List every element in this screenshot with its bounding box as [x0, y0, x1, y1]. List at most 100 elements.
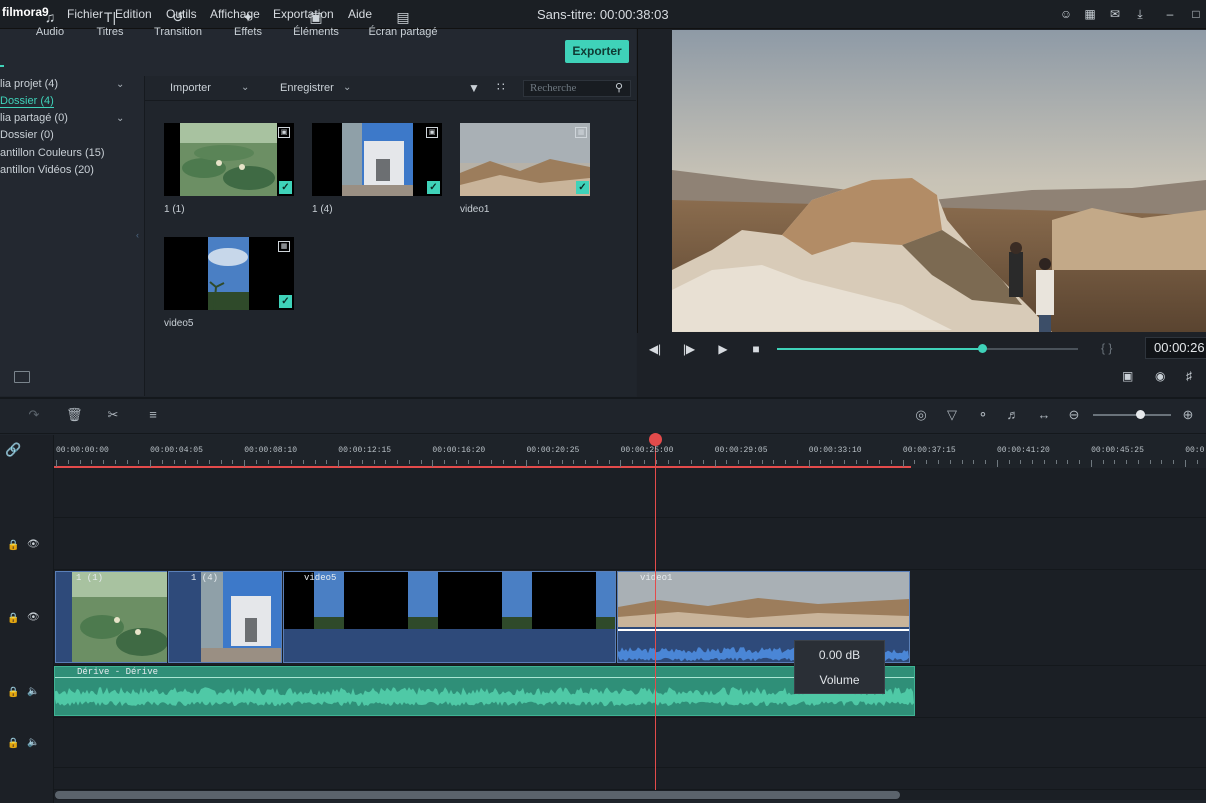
link-icon[interactable]: 🔗	[5, 442, 21, 458]
ruler-label: 00:00:29:05	[714, 446, 768, 455]
ruler-tick	[714, 460, 716, 467]
ruler-tick	[432, 460, 434, 467]
import-button[interactable]: Importer	[170, 82, 211, 94]
minimize-icon[interactable]: –	[1163, 7, 1177, 21]
ruler-tick	[749, 460, 751, 464]
ruler-tick	[773, 460, 775, 464]
sidebar-item-dossier-0[interactable]: Dossier (0)	[0, 129, 54, 141]
clip-label: Dérive - Dérive	[77, 667, 159, 677]
stop-icon[interactable]: ■	[749, 342, 763, 356]
clip-label: 1 (4)	[191, 573, 219, 583]
ruler-label: 00:00:16:20	[432, 446, 486, 455]
ruler-tick	[679, 460, 681, 464]
playhead-line[interactable]	[655, 440, 656, 790]
cut-icon[interactable]: ✂	[105, 407, 121, 423]
ruler-label: 00:00:41:20	[997, 446, 1050, 455]
new-folder-icon[interactable]	[14, 371, 30, 383]
zoom-out-icon[interactable]: ⊖	[1066, 407, 1082, 423]
collapse-sidebar-icon[interactable]: ‹	[136, 230, 139, 240]
chevron-down-icon[interactable]: ⌄	[241, 82, 249, 93]
document-name: Sans-titre:	[537, 7, 597, 22]
marker-icon[interactable]: ▽	[944, 407, 960, 423]
maximize-icon[interactable]: □	[1189, 7, 1203, 21]
chevron-down-icon[interactable]: ⌄	[116, 79, 124, 90]
timeline-clip-1-4[interactable]: 1 (4)	[168, 571, 282, 663]
delete-icon[interactable]: 🗑	[66, 407, 83, 423]
zoom-slider-knob[interactable]	[1136, 410, 1145, 419]
track-lock-icon[interactable]: 🔒	[7, 539, 19, 551]
track-lock-icon[interactable]: 🔒	[7, 686, 19, 698]
timeline-clip-1-1[interactable]: 1 (1)	[55, 571, 167, 663]
ruler-tick	[1184, 460, 1186, 467]
ruler-tick	[561, 460, 563, 464]
ruler-label: 00:00:25:00	[620, 446, 674, 455]
timeline-clip-video5[interactable]: video5	[283, 571, 616, 663]
play-icon[interactable]: ▶	[716, 342, 730, 356]
track-visibility-icon[interactable]: 👁	[27, 611, 40, 623]
render-icon[interactable]: ◎	[913, 407, 929, 423]
next-frame-icon[interactable]: |▶	[682, 342, 696, 356]
download-icon[interactable]: ⤓	[1133, 7, 1147, 21]
media-thumbnail-video5[interactable]	[164, 237, 294, 310]
ruler-tick	[914, 460, 916, 464]
timeline-scrollbar-thumb[interactable]	[55, 791, 900, 799]
tab-transition[interactable]: ↺ Transition	[150, 8, 206, 38]
sidebar-item-couleurs[interactable]: antillon Couleurs (15)	[0, 147, 105, 159]
user-icon[interactable]: ☺	[1059, 7, 1073, 21]
ruler-label: 00:00:37:15	[902, 446, 956, 455]
chevron-down-icon[interactable]: ⌄	[343, 82, 351, 93]
export-button[interactable]: Exporter	[565, 40, 629, 63]
ruler-label: 00:00:12:15	[338, 446, 392, 455]
tab-effets[interactable]: ✦ Effets	[228, 8, 268, 38]
grid-view-icon[interactable]: ∷	[497, 80, 505, 94]
sidebar-item-videos[interactable]: antillon Vidéos (20)	[0, 164, 94, 176]
tab-elements[interactable]: ▣ Éléments	[288, 8, 344, 38]
sidebar-item-media-projet[interactable]: lia projet (4)	[0, 78, 58, 90]
mail-icon[interactable]: ✉	[1108, 7, 1122, 21]
ruler-tick	[843, 460, 845, 464]
audio-mixer-icon[interactable]: ♬	[1005, 407, 1021, 423]
filter-icon[interactable]: ▼	[468, 81, 480, 95]
media-thumbnail-video1[interactable]	[460, 123, 590, 196]
redo-icon[interactable]: ↷	[26, 407, 42, 423]
save-icon[interactable]: ▦	[1083, 7, 1097, 21]
tab-audio[interactable]: ♫ Audio	[30, 8, 70, 38]
media-thumbnail-1-4[interactable]	[312, 123, 442, 196]
ruler-tick	[373, 460, 375, 464]
used-check-icon: ✓	[576, 181, 589, 194]
volume-icon[interactable]: ♯	[1186, 369, 1192, 383]
track-audio-icon[interactable]: 🔈	[27, 736, 39, 748]
track-audio-icon[interactable]: 🔈	[27, 685, 39, 697]
sidebar-item-dossier-4[interactable]: Dossier (4)	[0, 95, 54, 108]
ruler-tick	[67, 460, 69, 464]
track-lock-icon[interactable]: 🔒	[7, 737, 19, 749]
ruler-tick	[479, 460, 481, 464]
tab-ecran-partage[interactable]: ▤ Écran partagé	[364, 8, 442, 38]
ruler-tick	[985, 460, 987, 464]
previous-frame-icon[interactable]: ◀|	[648, 342, 662, 356]
video-type-icon: ▦	[278, 241, 290, 252]
record-button[interactable]: Enregistrer	[280, 82, 334, 94]
ruler-tick	[949, 460, 951, 464]
snapshot-icon[interactable]: ◉	[1155, 369, 1165, 383]
track-lock-icon[interactable]: 🔒	[7, 612, 19, 624]
fit-timeline-icon[interactable]: ↔	[1036, 407, 1052, 423]
zoom-in-icon[interactable]: ⊕	[1180, 407, 1196, 423]
sidebar-item-media-partage[interactable]: lia partagé (0)	[0, 112, 68, 124]
tab-titres[interactable]: T| Titres	[90, 8, 130, 38]
timeline-audio-clip[interactable]: Dérive - Dérive	[54, 666, 915, 716]
microphone-icon[interactable]: ⚬	[975, 407, 991, 423]
media-thumbnail-1-1[interactable]	[164, 123, 294, 196]
track-visibility-icon[interactable]: 👁	[27, 538, 40, 550]
adjust-icon[interactable]: ≡	[145, 407, 161, 423]
ruler-tick	[244, 460, 246, 467]
tab-ecran-partage-label: Écran partagé	[368, 26, 438, 38]
zoom-slider-track[interactable]	[1093, 414, 1171, 416]
media-label-video1: video1	[460, 204, 490, 215]
playhead-handle[interactable]	[649, 433, 662, 446]
mark-in-out-brackets[interactable]: { }	[1101, 341, 1112, 355]
playback-scrubber[interactable]	[977, 344, 987, 353]
chevron-down-icon[interactable]: ⌄	[116, 113, 124, 124]
search-icon[interactable]: ⚲	[615, 81, 623, 94]
display-settings-icon[interactable]: ▣	[1122, 369, 1133, 383]
